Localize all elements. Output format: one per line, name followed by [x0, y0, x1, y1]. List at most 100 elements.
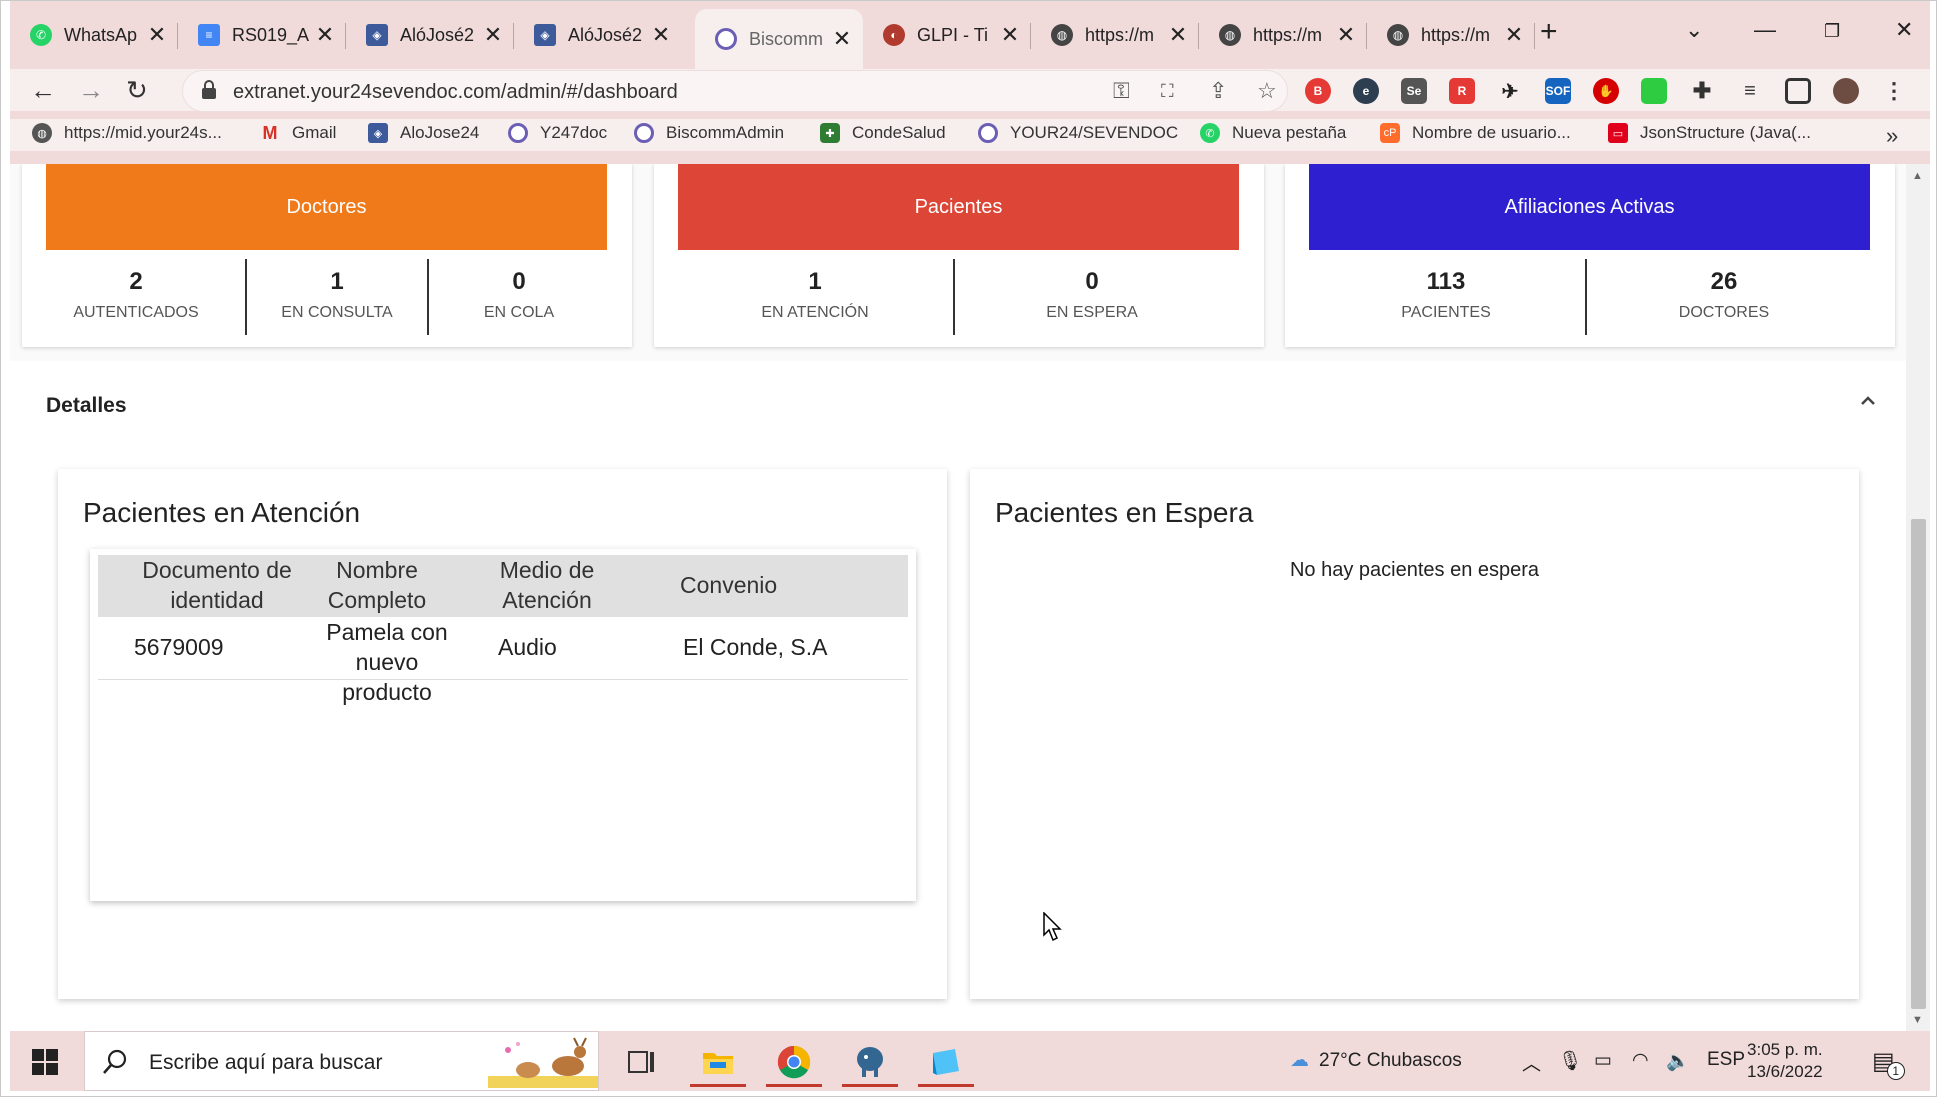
tab-title: RS019_A [232, 24, 310, 45]
adblock-icon[interactable]: ✋ [1593, 78, 1619, 104]
selenium-icon[interactable]: Se [1401, 78, 1427, 104]
postgresql-icon[interactable] [842, 1039, 898, 1087]
app-icon[interactable] [918, 1039, 974, 1087]
card-doctores: Doctores 2 AUTENTICADOS 1 EN CONSULTA 0 … [22, 164, 632, 347]
bookmark-item[interactable]: BiscommAdmin [634, 123, 784, 143]
browser-chrome: ✆ WhatsAp ✕ ≡ RS019_A ✕ ◈ AlóJosé2 ✕ ◈ A… [10, 1, 1930, 164]
file-explorer-icon[interactable] [690, 1039, 746, 1087]
arc-icon [508, 123, 528, 143]
close-icon[interactable]: ✕ [831, 26, 853, 52]
column-header[interactable]: Convenio [680, 570, 800, 600]
weather-icon: ☁ [1290, 1050, 1309, 1071]
close-icon[interactable]: ✕ [482, 22, 504, 48]
share-icon[interactable]: ⇪ [1209, 78, 1227, 104]
extension-icon[interactable]: B [1305, 78, 1331, 104]
tab-url-2[interactable]: ◍ https://m ✕ [1199, 13, 1367, 57]
taskbar-search[interactable]: Escribe aquí para buscar [84, 1031, 599, 1091]
avatar[interactable] [1833, 78, 1859, 104]
menu-icon[interactable]: ⋮ [1881, 78, 1907, 104]
bookmark-item[interactable]: ◍ https://mid.your24s... [32, 123, 222, 143]
tab-search-icon[interactable]: ⌄ [1685, 17, 1703, 43]
bookmark-item[interactable]: YOUR24/SEVENDOC [978, 123, 1178, 143]
chevron-up-icon[interactable] [1858, 391, 1878, 411]
new-tab-button[interactable]: + [1540, 15, 1558, 49]
close-icon[interactable]: ✕ [999, 22, 1021, 48]
translate-icon[interactable]: ⛶ [1161, 81, 1174, 102]
bookmark-item[interactable]: cP Nombre de usuario... [1380, 123, 1571, 143]
chrome-icon[interactable] [766, 1039, 822, 1087]
tab-rs019[interactable]: ≡ RS019_A ✕ [178, 13, 346, 57]
bookmarks-bar: ◍ https://mid.your24s... M Gmail ◈ AloJo… [10, 119, 1930, 151]
bookmark-item[interactable]: ✆ Nueva pestaña [1200, 123, 1346, 143]
tab-biscomm-active[interactable]: Biscomm ✕ [695, 9, 863, 69]
close-icon[interactable]: ✕ [650, 22, 672, 48]
card-pacientes: Pacientes 1 EN ATENCIÓN 0 EN ESPERA [654, 164, 1264, 347]
tab-alojose-1[interactable]: ◈ AlóJosé2 ✕ [346, 13, 514, 57]
puzzle-icon[interactable]: ✚ [1689, 78, 1715, 104]
task-view-icon[interactable] [614, 1039, 670, 1085]
close-icon[interactable]: ✕ [1167, 22, 1189, 48]
language-indicator[interactable]: ESP [1707, 1049, 1745, 1071]
column-header[interactable]: Nombre Completo [302, 555, 452, 615]
app-shield-icon: ◈ [368, 123, 388, 143]
close-icon[interactable]: ✕ [1503, 22, 1525, 48]
stat-value: 0 [512, 268, 526, 295]
key-icon[interactable]: ⚿ [1113, 78, 1130, 104]
tab-alojose-2[interactable]: ◈ AlóJosé2 ✕ [514, 13, 682, 57]
reload-button[interactable]: ↻ [126, 75, 148, 106]
weather-widget[interactable]: ☁ 27°C Chubascos [1290, 1049, 1462, 1072]
globe-icon: ◍ [32, 123, 52, 143]
extension-icon[interactable]: R [1449, 78, 1475, 104]
bookmark-item[interactable]: ◈ AloJose24 [368, 123, 479, 143]
bookmark-item[interactable]: ▭ JsonStructure (Java(... [1608, 123, 1811, 143]
sof-icon[interactable]: SOF [1545, 78, 1571, 104]
stat-label: EN ATENCIÓN [761, 304, 869, 321]
close-icon[interactable]: ✕ [314, 22, 336, 48]
tab-url-1[interactable]: ◍ https://m ✕ [1031, 13, 1199, 57]
side-panel-icon[interactable] [1785, 78, 1811, 104]
clock[interactable]: 3:05 p. m. 13/6/2022 [1747, 1039, 1823, 1083]
chevron-up-icon[interactable]: ︿ [1522, 1049, 1541, 1076]
speaker-icon[interactable]: 🔈 [1666, 1049, 1690, 1073]
app-shield-icon: ◈ [366, 24, 388, 46]
tab-glpi[interactable]: ◐ GLPI - Ti ✕ [863, 13, 1031, 57]
biscomm-icon [715, 28, 737, 50]
bookmark-label: YOUR24/SEVENDOC [1010, 123, 1179, 142]
extension-icon[interactable] [1641, 78, 1667, 104]
stat-label: EN COLA [483, 304, 555, 321]
close-window-button[interactable]: ✕ [1895, 17, 1913, 43]
bookmark-item[interactable]: ✚ CondeSalud [820, 123, 946, 143]
close-icon[interactable]: ✕ [146, 22, 168, 48]
extension-icon[interactable]: e [1353, 78, 1379, 104]
stat-value: 26 [1710, 268, 1738, 295]
windows-start-icon[interactable] [32, 1049, 58, 1075]
restore-button[interactable]: ❐ [1824, 21, 1840, 42]
column-header[interactable]: Documento de identidad [132, 555, 302, 615]
forward-button[interactable]: → [78, 75, 104, 106]
bookmark-star-icon[interactable]: ☆ [1257, 78, 1277, 104]
glpi-icon: ◐ [883, 24, 905, 46]
clock-time: 3:05 p. m. [1747, 1040, 1823, 1059]
column-header[interactable]: Medio de Atención [492, 555, 602, 615]
notifications-icon[interactable]: ▤ 1 [1872, 1047, 1905, 1080]
tab-whatsapp[interactable]: ✆ WhatsAp ✕ [10, 13, 178, 57]
bookmarks-overflow-icon[interactable]: » [1886, 123, 1898, 149]
media-icon[interactable]: ≡ [1737, 78, 1763, 104]
back-button[interactable]: ← [30, 75, 56, 106]
bookmark-item[interactable]: M Gmail [260, 123, 337, 143]
stat-autenticados: 2 AUTENTICADOS [46, 258, 226, 334]
close-icon[interactable]: ✕ [1335, 22, 1357, 48]
wifi-icon[interactable]: ◠ [1632, 1049, 1649, 1072]
url-text[interactable]: extranet.your24sevendoc.com/admin/#/dash… [233, 81, 678, 104]
microphone-icon[interactable]: 🎙 [1558, 1049, 1582, 1073]
page-scrollbar[interactable]: ▲ ▼ [1906, 164, 1930, 1031]
scrollbar-thumb[interactable] [1911, 519, 1926, 1009]
panel-pacientes-espera: Pacientes en Espera No hay pacientes en … [970, 469, 1859, 999]
dashboard-page: Doctores 2 AUTENTICADOS 1 EN CONSULTA 0 … [10, 164, 1906, 1031]
extension-icon[interactable]: ✈ [1497, 78, 1523, 104]
battery-icon[interactable]: ▭ [1594, 1049, 1612, 1072]
minimize-button[interactable]: — [1754, 17, 1776, 43]
tab-url-3[interactable]: ◍ https://m ✕ [1367, 13, 1535, 57]
address-bar[interactable]: extranet.your24sevendoc.com/admin/#/dash… [182, 70, 1288, 112]
bookmark-item[interactable]: Y247doc [508, 123, 607, 143]
